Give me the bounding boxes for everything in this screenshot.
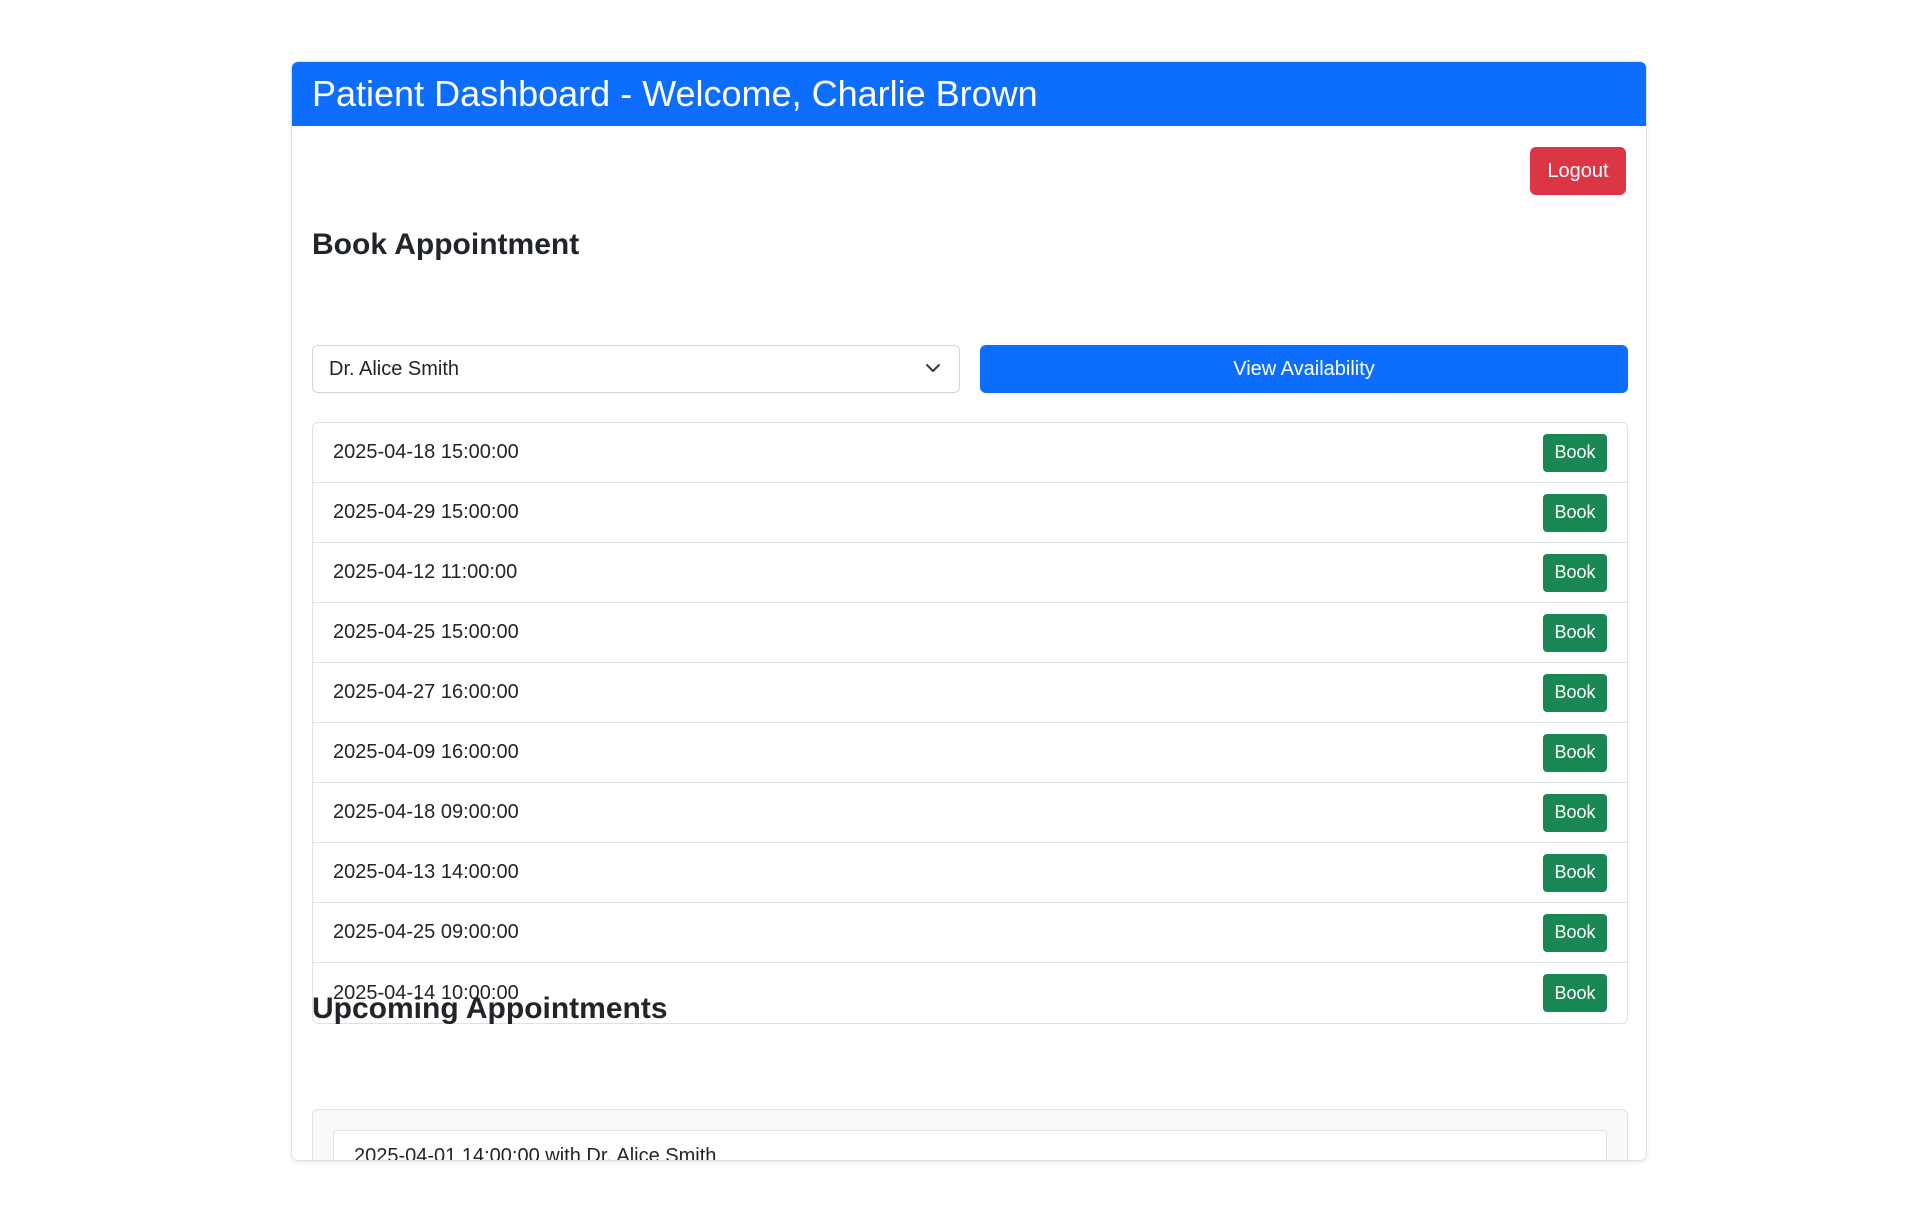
slot-datetime: 2025-04-29 15:00:00	[333, 501, 519, 523]
book-button[interactable]: Book	[1543, 793, 1607, 832]
book-button[interactable]: Book	[1543, 553, 1607, 592]
book-button[interactable]: Book	[1543, 613, 1607, 652]
doctor-select[interactable]: Dr. Alice Smith	[312, 345, 960, 393]
book-button[interactable]: Book	[1543, 913, 1607, 952]
chevron-down-icon	[926, 364, 940, 372]
slot-row: 2025-04-09 16:00:00 Book	[313, 723, 1627, 783]
upcoming-appointment-item: 2025-04-01 14:00:00 with Dr. Alice Smith	[333, 1130, 1607, 1160]
slot-datetime: 2025-04-09 16:00:00	[333, 741, 519, 763]
slot-row: 2025-04-13 14:00:00 Book	[313, 843, 1627, 903]
slot-datetime: 2025-04-12 11:00:00	[333, 561, 518, 583]
slot-datetime: 2025-04-13 14:00:00	[333, 861, 519, 883]
slot-row: 2025-04-25 09:00:00 Book	[313, 903, 1627, 963]
slot-row: 2025-04-18 09:00:00 Book	[313, 783, 1627, 843]
page-title: Patient Dashboard - Welcome, Charlie Bro…	[292, 62, 1646, 126]
upcoming-appointments-list: 2025-04-01 14:00:00 with Dr. Alice Smith	[312, 1109, 1628, 1160]
book-button[interactable]: Book	[1543, 433, 1607, 472]
upcoming-appointments-heading: Upcoming Appointments	[312, 992, 668, 1025]
dashboard-card: Patient Dashboard - Welcome, Charlie Bro…	[291, 61, 1647, 1161]
logout-button[interactable]: Logout	[1530, 147, 1626, 195]
book-button[interactable]: Book	[1543, 673, 1607, 712]
book-appointment-heading: Book Appointment	[312, 228, 580, 261]
book-button[interactable]: Book	[1543, 493, 1607, 532]
doctor-select-value: Dr. Alice Smith	[329, 357, 460, 380]
slot-datetime: 2025-04-25 15:00:00	[333, 621, 519, 643]
slot-row: 2025-04-29 15:00:00 Book	[313, 483, 1627, 543]
slot-row: 2025-04-27 16:00:00 Book	[313, 663, 1627, 723]
book-button[interactable]: Book	[1543, 974, 1607, 1012]
slot-row: 2025-04-25 15:00:00 Book	[313, 603, 1627, 663]
slot-datetime: 2025-04-18 09:00:00	[333, 801, 519, 823]
view-availability-button[interactable]: View Availability	[980, 345, 1628, 393]
book-button[interactable]: Book	[1543, 853, 1607, 892]
book-button[interactable]: Book	[1543, 733, 1607, 772]
slot-datetime: 2025-04-18 15:00:00	[333, 441, 519, 463]
slot-datetime: 2025-04-25 09:00:00	[333, 921, 519, 943]
slot-row: 2025-04-18 15:00:00 Book	[313, 423, 1627, 483]
availability-list: 2025-04-18 15:00:00 Book 2025-04-29 15:0…	[312, 422, 1628, 1024]
slot-row: 2025-04-12 11:00:00 Book	[313, 543, 1627, 603]
slot-datetime: 2025-04-27 16:00:00	[333, 681, 519, 703]
